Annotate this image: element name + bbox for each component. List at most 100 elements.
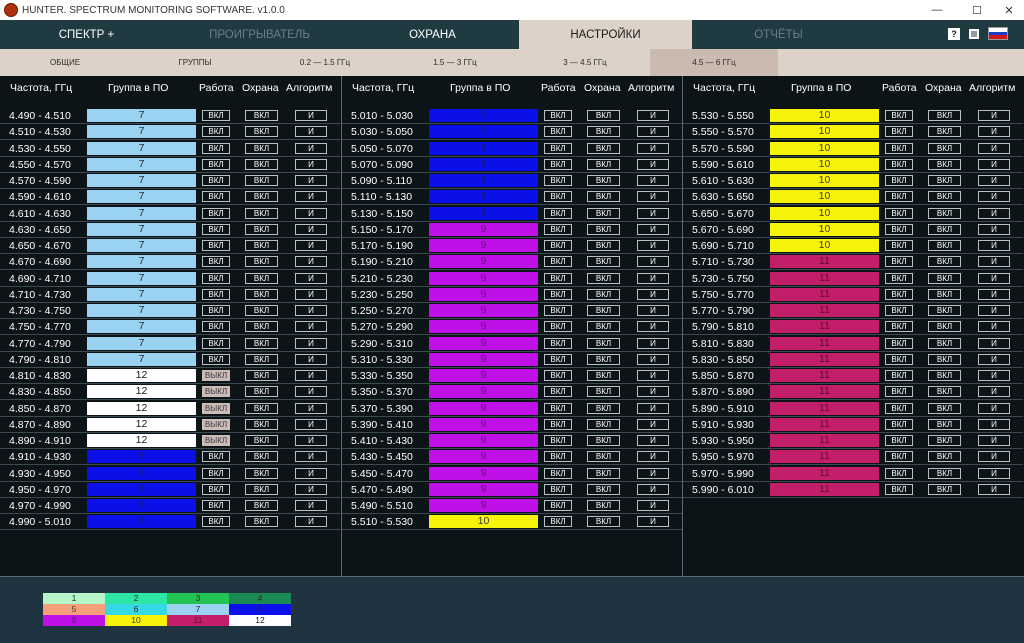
guard-toggle-button[interactable]: ВКЛ: [245, 288, 278, 300]
guard-toggle-button[interactable]: ВКЛ: [587, 500, 620, 511]
group-selector[interactable]: 7: [87, 141, 196, 155]
work-toggle-button[interactable]: ВКЛ: [202, 516, 230, 528]
algorithm-button[interactable]: И: [637, 288, 669, 300]
algorithm-button[interactable]: И: [295, 207, 327, 219]
algorithm-button[interactable]: И: [295, 158, 327, 170]
work-toggle-button[interactable]: ВКЛ: [544, 451, 572, 463]
group-selector[interactable]: 9: [429, 271, 538, 285]
algorithm-button[interactable]: И: [978, 110, 1010, 121]
group-selector[interactable]: 10: [770, 125, 879, 139]
algorithm-button[interactable]: И: [978, 435, 1010, 446]
group-selector[interactable]: 7: [87, 304, 196, 317]
guard-toggle-button[interactable]: ВКЛ: [245, 402, 278, 414]
tab-player[interactable]: ПРОИГРЫВАТЕЛЬ: [173, 20, 346, 49]
algorithm-button[interactable]: И: [978, 467, 1010, 479]
subtab-3-4-5[interactable]: 3 — 4.5 ГГц: [520, 49, 650, 76]
group-selector[interactable]: 11: [770, 352, 879, 366]
algorithm-button[interactable]: И: [978, 207, 1010, 219]
guard-toggle-button[interactable]: ВКЛ: [928, 467, 961, 479]
group-selector[interactable]: 11: [770, 255, 879, 269]
work-toggle-button[interactable]: ВКЛ: [544, 500, 572, 511]
work-toggle-button[interactable]: ВКЛ: [885, 175, 913, 186]
work-toggle-button[interactable]: ВКЛ: [885, 223, 913, 235]
work-toggle-button[interactable]: ВКЛ: [885, 451, 913, 463]
work-toggle-button[interactable]: ВКЛ: [544, 126, 572, 138]
guard-toggle-button[interactable]: ВКЛ: [928, 191, 961, 203]
algorithm-button[interactable]: И: [295, 321, 327, 333]
group-selector[interactable]: 11: [770, 271, 879, 285]
guard-toggle-button[interactable]: ВКЛ: [587, 483, 620, 495]
work-toggle-button[interactable]: ВКЛ: [544, 158, 572, 170]
group-selector[interactable]: 10: [770, 109, 879, 122]
work-toggle-button[interactable]: ВКЛ: [544, 207, 572, 219]
guard-toggle-button[interactable]: ВКЛ: [928, 288, 961, 300]
algorithm-button[interactable]: И: [637, 516, 669, 528]
guard-toggle-button[interactable]: ВКЛ: [928, 353, 961, 365]
algorithm-button[interactable]: И: [295, 175, 327, 186]
guard-toggle-button[interactable]: ВКЛ: [245, 305, 278, 316]
guard-toggle-button[interactable]: ВКЛ: [587, 337, 620, 349]
group-selector[interactable]: 8: [429, 174, 538, 187]
guard-toggle-button[interactable]: ВКЛ: [587, 516, 620, 528]
algorithm-button[interactable]: И: [978, 321, 1010, 333]
group-selector[interactable]: 11: [770, 434, 879, 447]
work-toggle-button[interactable]: ВКЛ: [544, 110, 572, 121]
work-toggle-button[interactable]: ВКЛ: [885, 337, 913, 349]
work-toggle-button[interactable]: ВКЛ: [885, 240, 913, 251]
minimize-button[interactable]: —: [922, 0, 952, 20]
work-toggle-button[interactable]: ВКЛ: [544, 483, 572, 495]
work-toggle-button[interactable]: ВКЛ: [202, 126, 230, 138]
group-selector[interactable]: 11: [770, 304, 879, 317]
guard-toggle-button[interactable]: ВКЛ: [245, 272, 278, 284]
guard-toggle-button[interactable]: ВКЛ: [245, 321, 278, 333]
algorithm-button[interactable]: И: [978, 240, 1010, 251]
algorithm-button[interactable]: И: [978, 337, 1010, 349]
group-selector[interactable]: 7: [87, 287, 196, 301]
work-toggle-button[interactable]: ВКЛ: [885, 158, 913, 170]
algorithm-button[interactable]: И: [978, 353, 1010, 365]
algorithm-button[interactable]: И: [637, 483, 669, 495]
algorithm-button[interactable]: И: [978, 223, 1010, 235]
work-toggle-button[interactable]: ВКЛ: [885, 418, 913, 430]
guard-toggle-button[interactable]: ВКЛ: [245, 418, 278, 430]
algorithm-button[interactable]: И: [978, 272, 1010, 284]
guard-toggle-button[interactable]: ВКЛ: [587, 451, 620, 463]
guard-toggle-button[interactable]: ВКЛ: [245, 142, 278, 154]
algorithm-button[interactable]: И: [295, 256, 327, 268]
group-selector[interactable]: 7: [87, 352, 196, 366]
group-selector[interactable]: 11: [770, 450, 879, 464]
group-selector[interactable]: 8: [429, 190, 538, 204]
group-selector[interactable]: 8: [429, 157, 538, 171]
work-toggle-button[interactable]: ВЫКЛ: [202, 370, 230, 381]
work-toggle-button[interactable]: ВКЛ: [885, 272, 913, 284]
guard-toggle-button[interactable]: ВКЛ: [587, 418, 620, 430]
work-toggle-button[interactable]: ВКЛ: [885, 435, 913, 446]
guard-toggle-button[interactable]: ВКЛ: [245, 516, 278, 528]
guard-toggle-button[interactable]: ВКЛ: [245, 467, 278, 479]
guard-toggle-button[interactable]: ВКЛ: [928, 175, 961, 186]
guard-toggle-button[interactable]: ВКЛ: [928, 223, 961, 235]
group-selector[interactable]: 11: [770, 336, 879, 350]
maximize-button[interactable]: ☐: [962, 0, 992, 20]
work-toggle-button[interactable]: ВКЛ: [885, 305, 913, 316]
group-selector[interactable]: 9: [429, 482, 538, 496]
work-toggle-button[interactable]: ВКЛ: [202, 353, 230, 365]
language-flag-icon[interactable]: [988, 27, 1008, 40]
guard-toggle-button[interactable]: ВКЛ: [928, 110, 961, 121]
algorithm-button[interactable]: И: [295, 240, 327, 251]
algorithm-button[interactable]: И: [637, 191, 669, 203]
group-selector[interactable]: 11: [770, 417, 879, 431]
guard-toggle-button[interactable]: ВКЛ: [928, 256, 961, 268]
group-selector[interactable]: 11: [770, 466, 879, 480]
tab-spectrum[interactable]: СПЕКТР +: [0, 20, 173, 49]
work-toggle-button[interactable]: ВКЛ: [202, 207, 230, 219]
guard-toggle-button[interactable]: ВКЛ: [587, 353, 620, 365]
group-selector[interactable]: 7: [87, 125, 196, 139]
algorithm-button[interactable]: И: [637, 158, 669, 170]
algorithm-button[interactable]: И: [637, 223, 669, 235]
work-toggle-button[interactable]: ВКЛ: [202, 158, 230, 170]
group-selector[interactable]: 12: [87, 401, 196, 415]
algorithm-button[interactable]: И: [637, 110, 669, 121]
algorithm-button[interactable]: И: [295, 337, 327, 349]
group-selector[interactable]: 9: [429, 450, 538, 464]
